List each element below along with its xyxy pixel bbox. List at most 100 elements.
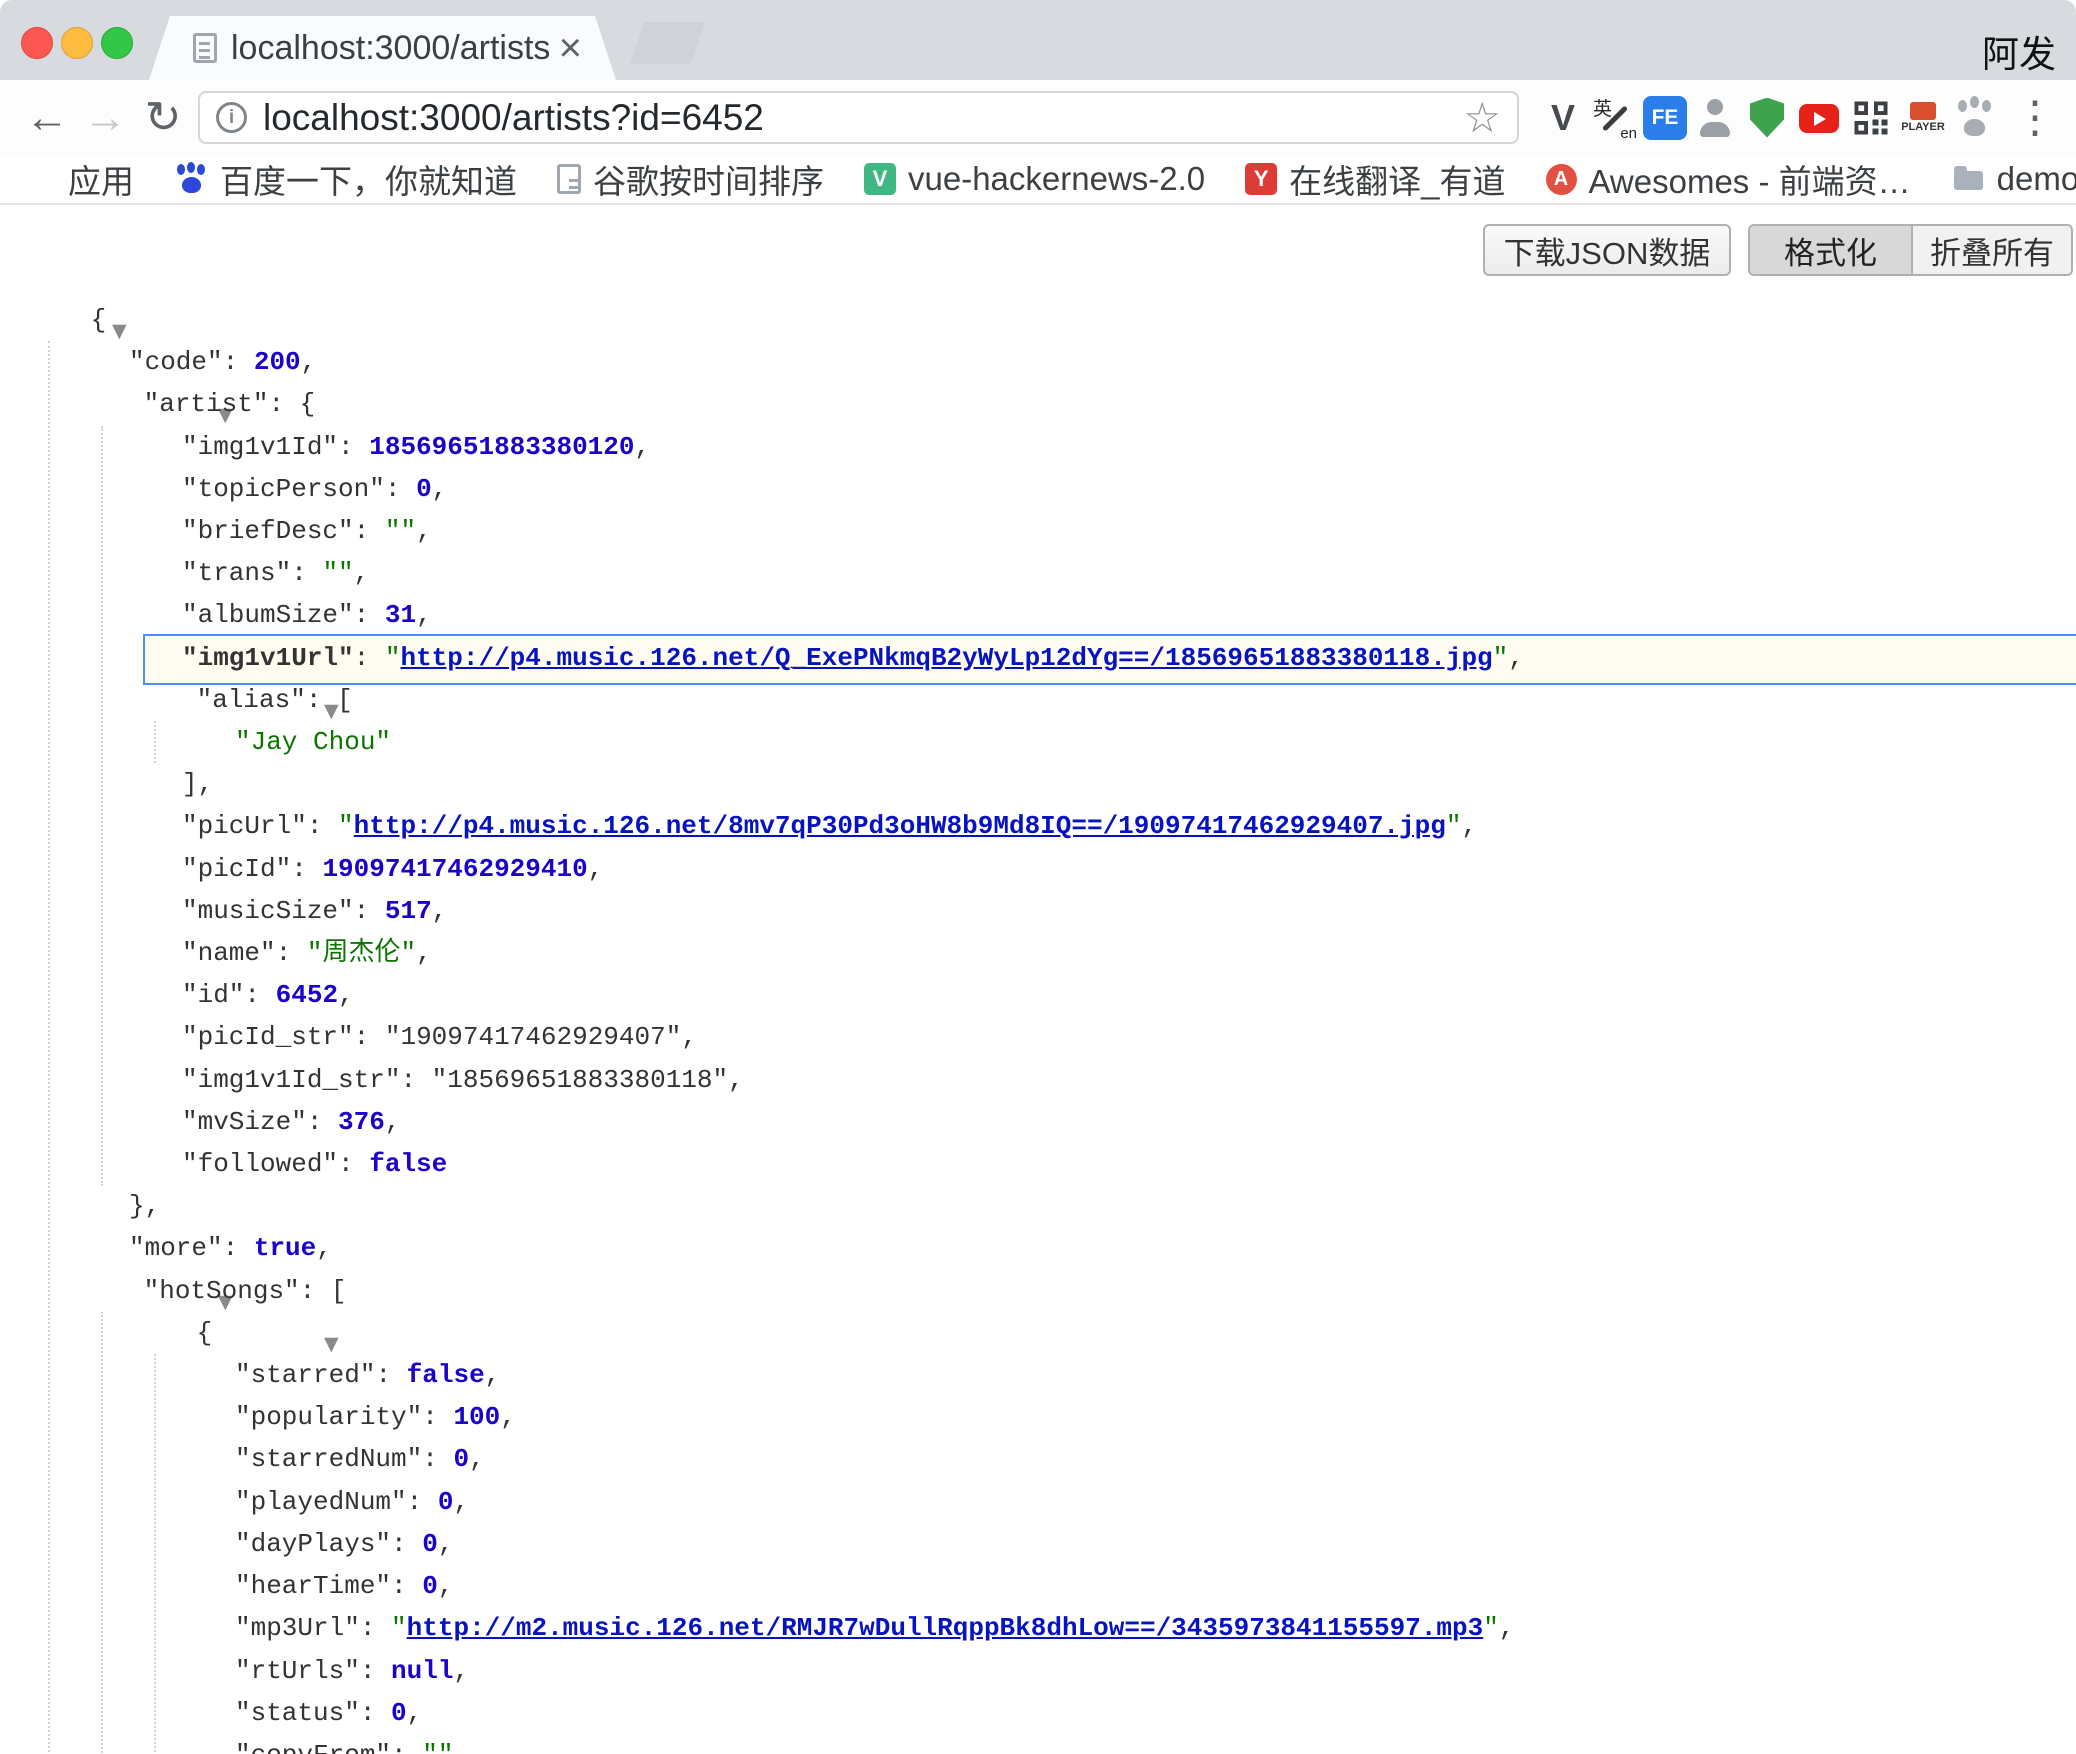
json-line: "name": "周杰伦",: [0, 932, 2076, 974]
json-colon: :: [391, 1529, 422, 1559]
extension-icons: V英enFE PLAYER: [1537, 94, 2001, 142]
address-bar[interactable]: i localhost:3000/artists?id=6452 ☆: [198, 91, 1519, 144]
json-colon: :: [391, 1571, 422, 1601]
json-key: "picId_str": [182, 1022, 354, 1052]
json-bracket: {: [91, 305, 107, 335]
json-key: "mp3Url": [235, 1613, 360, 1643]
tab-close-icon[interactable]: ×: [559, 28, 582, 68]
json-comma: ,: [453, 1487, 469, 1517]
paw-extension-icon[interactable]: [1951, 94, 1999, 142]
json-colon: :: [354, 896, 385, 926]
json-url-link[interactable]: http://m2.music.126.net/RMJR7wDullRqppBk…: [407, 1613, 1484, 1643]
bookmark-item[interactable]: 应用: [22, 155, 134, 203]
json-url-link[interactable]: http://p4.music.126.net/8mv7qP30Pd3oHW8b…: [354, 811, 1446, 841]
fullscreen-window-button[interactable]: [101, 27, 133, 59]
page-content: 下载JSON数据 格式化 折叠所有 ▼{"code": 200,▼"artist…: [0, 205, 2076, 1754]
json-colon: :: [291, 854, 322, 884]
json-line: "dayPlays": 0,: [0, 1523, 2076, 1565]
browser-tab[interactable]: localhost:3000/artists?id=645 ×: [149, 16, 616, 80]
json-number-value: 0: [422, 1529, 438, 1559]
json-bracket: ],: [182, 769, 213, 799]
collapse-toggle-icon[interactable]: ▼: [324, 1333, 339, 1355]
bookmark-item[interactable]: 百度一下，你就知道: [174, 155, 517, 203]
json-comma: ,: [416, 516, 432, 546]
json-comma: ,: [354, 558, 370, 588]
json-line: "rtUrls": null,: [0, 1650, 2076, 1692]
json-number-value: 6452: [276, 980, 338, 1010]
json-key: "dayPlays": [235, 1529, 391, 1559]
bookmark-item[interactable]: Y在线翻译_有道: [1245, 155, 1505, 203]
bookmark-label: 谷歌按时间排序: [593, 155, 824, 203]
translate-pen-extension-icon[interactable]: 英en: [1591, 94, 1639, 142]
json-string-value: "": [385, 516, 416, 546]
json-boolean-value: true: [254, 1233, 316, 1263]
profile-name[interactable]: 阿发: [1982, 24, 2056, 78]
json-key: "albumSize": [182, 600, 354, 630]
bookmark-label: Awesomes - 前端资…: [1589, 155, 1911, 203]
json-comma: ,: [635, 432, 651, 462]
browser-menu-icon[interactable]: ⋮: [2013, 92, 2049, 143]
json-line: ▼{: [0, 299, 2076, 341]
bookmark-item[interactable]: 谷歌按时间排序: [557, 155, 824, 203]
bookmarks-items: 应用百度一下，你就知道 谷歌按时间排序 Vvue-hackernews-2.0 Y在线…: [22, 155, 2076, 203]
json-line: },: [0, 1185, 2076, 1227]
fehelper-extension-icon[interactable]: FE: [1643, 96, 1687, 140]
json-number-value: 376: [338, 1107, 385, 1137]
json-line: "starredNum": 0,: [0, 1438, 2076, 1480]
json-line: "img1v1Id_str": "18569651883380118",: [0, 1059, 2076, 1101]
json-line: ▼{: [0, 1312, 2076, 1354]
bookmark-item[interactable]: Vvue-hackernews-2.0: [864, 160, 1205, 198]
bookmark-label: vue-hackernews-2.0: [908, 160, 1205, 198]
json-string-value: "周杰伦": [307, 938, 416, 968]
youtube-extension-icon[interactable]: [1795, 94, 1843, 142]
json-line: ▼"hotSongs": [: [0, 1270, 2076, 1312]
json-colon: :: [276, 938, 307, 968]
json-comma: ,: [453, 1740, 469, 1754]
json-string-value: "19097417462929407": [385, 1022, 681, 1052]
json-comma: ,: [485, 1360, 501, 1390]
minimize-window-button[interactable]: [61, 27, 93, 59]
json-number-value: 0: [453, 1444, 469, 1474]
extension-subglyph: en: [1620, 125, 1637, 142]
json-line: "code": 200,: [0, 341, 2076, 383]
json-url-link[interactable]: http://p4.music.126.net/Q_ExePNkmqB2yWyL…: [400, 643, 1492, 673]
youdao-icon: Y: [1245, 163, 1277, 195]
json-comma: ,: [1461, 811, 1477, 841]
close-window-button[interactable]: [21, 27, 53, 59]
json-quote: ": [385, 643, 401, 673]
json-null-value: null: [391, 1656, 453, 1686]
json-comma: ,: [438, 1529, 454, 1559]
bookmarks-bar: 应用百度一下，你就知道 谷歌按时间排序 Vvue-hackernews-2.0 Y在线…: [0, 155, 2076, 205]
json-key: "popularity": [235, 1402, 422, 1432]
v-extension-icon[interactable]: V: [1539, 94, 1587, 142]
json-line: "followed": false: [0, 1143, 2076, 1185]
new-tab-button[interactable]: [630, 22, 705, 64]
site-info-icon[interactable]: i: [216, 102, 247, 133]
apps-grid-icon: [22, 162, 56, 196]
json-line: "more": true,: [0, 1227, 2076, 1269]
json-key: "img1v1Id_str": [182, 1065, 400, 1095]
json-comma: ,: [500, 1402, 516, 1432]
collapse-toggle-icon[interactable]: ▼: [112, 320, 127, 342]
back-icon[interactable]: ←: [18, 96, 76, 140]
json-colon: :: [354, 1022, 385, 1052]
bookmark-star-icon[interactable]: ☆: [1463, 97, 1501, 139]
bookmark-item[interactable]: demo: [1951, 160, 2076, 198]
json-quote: ": [1493, 643, 1509, 673]
browser-window: localhost:3000/artists?id=645 × 阿发 ← → ↻…: [0, 0, 2076, 1754]
json-quote: ": [1446, 811, 1462, 841]
json-quote: ": [391, 1613, 407, 1643]
json-line: "id": 6452,: [0, 974, 2076, 1016]
shield-extension-icon[interactable]: [1743, 94, 1791, 142]
bookmark-item[interactable]: AAwesomes - 前端资…: [1546, 155, 1911, 203]
json-line: "mvSize": 376,: [0, 1101, 2076, 1143]
json-colon: :: [300, 1276, 331, 1306]
qrcode-extension-icon[interactable]: [1847, 94, 1895, 142]
json-colon: :: [338, 1149, 369, 1179]
player-extension-icon[interactable]: PLAYER: [1899, 94, 1947, 142]
profile-extension-icon[interactable]: [1691, 94, 1739, 142]
url-text[interactable]: localhost:3000/artists?id=6452: [263, 97, 1453, 139]
json-key: "name": [182, 938, 276, 968]
reload-icon[interactable]: ↻: [134, 96, 192, 140]
json-colon: :: [223, 347, 254, 377]
